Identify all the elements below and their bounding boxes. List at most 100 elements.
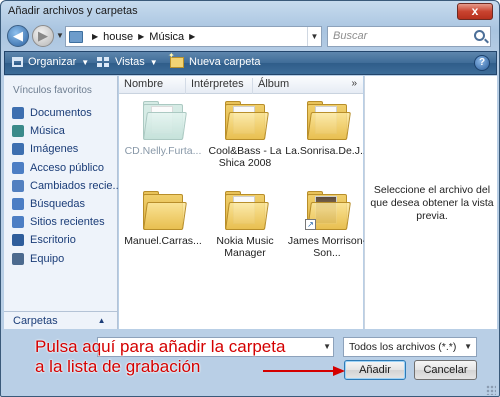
folder-item[interactable]: La.Sonrisa.De.J...	[285, 98, 369, 157]
sidebar-item-label: Imágenes	[30, 143, 79, 156]
folder-label: James Morrison-Son...	[287, 235, 367, 259]
add-button[interactable]: Añadir	[344, 360, 406, 380]
file-list-pane: Nombre Intérpretes Álbum » CD.Nelly.Furt…	[119, 76, 369, 329]
tutorial-annotation: Pulsa aquí para añadir la carpeta a la l…	[35, 337, 285, 377]
sidebar-item-label: Documentos	[30, 107, 92, 120]
breadcrumb-separator-icon[interactable]: ▶	[92, 32, 98, 41]
folders-toggle[interactable]: Carpetas ▲	[4, 311, 118, 329]
folder-label: Cool&Bass - La Shica 2008	[208, 145, 282, 169]
recent-changes-icon	[12, 179, 24, 192]
new-folder-label: Nueva carpeta	[189, 56, 261, 68]
new-folder-button[interactable]: Nueva carpeta	[168, 51, 261, 69]
views-icon	[97, 56, 110, 68]
sidebar-item[interactable]: Sitios recientes	[4, 213, 118, 231]
sidebar-item[interactable]: Documentos	[4, 104, 118, 122]
close-button[interactable]: x	[457, 3, 493, 20]
folder-icon	[223, 188, 269, 232]
folder-item[interactable]: ↗ James Morrison-Son...	[285, 188, 369, 259]
pictures-icon	[12, 143, 24, 156]
column-nombre[interactable]: Nombre	[119, 78, 186, 94]
search-placeholder: Buscar	[333, 30, 368, 42]
breadcrumb-musica[interactable]: Música	[149, 31, 184, 43]
organize-label: Organizar	[28, 56, 77, 68]
sidebar-item-label: Cambiados recie...	[30, 179, 118, 192]
folder-label: CD.Nelly.Furta...	[124, 145, 202, 157]
folders-label: Carpetas	[13, 314, 58, 327]
chevron-down-icon[interactable]: ▼	[323, 342, 331, 351]
folder-icon	[141, 188, 187, 232]
forward-arrow-icon: ▶	[38, 28, 48, 43]
organize-button[interactable]: Organizar ▼	[12, 56, 89, 68]
column-interpretes[interactable]: Intérpretes	[186, 78, 253, 94]
column-header: Nombre Intérpretes Álbum »	[119, 76, 363, 94]
help-icon[interactable]: ?	[474, 55, 490, 71]
recent-places-icon	[12, 216, 24, 229]
folder-icon	[223, 98, 269, 142]
chevron-down-icon: ▼	[81, 57, 90, 67]
folder-item[interactable]: CD.Nelly.Furta...	[121, 98, 205, 157]
sidebar-item[interactable]: Imágenes	[4, 140, 118, 158]
filetype-value: Todos los archivos (*.*)	[349, 341, 457, 353]
address-bar-row: ◀ ▶ ▼ ▶ house ▶ Música ▶ ▼ Buscar	[1, 23, 499, 51]
organize-icon	[12, 57, 23, 67]
computer-icon	[12, 252, 24, 265]
column-album[interactable]: Álbum	[253, 78, 320, 94]
filetype-select[interactable]: Todos los archivos (*.*) ▼	[343, 337, 477, 357]
sidebar-item[interactable]: Escritorio	[4, 231, 118, 249]
preview-message: Seleccione el archivo del que desea obte…	[370, 184, 494, 222]
more-columns-icon[interactable]: »	[351, 78, 357, 89]
chevron-down-icon: ▼	[464, 342, 472, 351]
address-field[interactable]: ▶ house ▶ Música ▶ ▼	[65, 26, 322, 47]
navigation-pane: Vínculos favoritos Documentos Música Imáge…	[4, 76, 118, 329]
search-icon[interactable]	[474, 30, 485, 41]
public-icon	[12, 161, 24, 174]
search-input[interactable]: Buscar	[327, 26, 491, 47]
views-label: Vistas	[115, 56, 145, 68]
chevron-down-icon: ▼	[149, 57, 158, 67]
sidebar-item[interactable]: Búsquedas	[4, 195, 118, 213]
address-dropdown[interactable]: ▼	[307, 27, 321, 46]
sidebar-item[interactable]: Cambiados recie...	[4, 177, 118, 195]
sidebar-item[interactable]: Música	[4, 122, 118, 140]
folder-icon: ↗	[305, 188, 351, 232]
shortcut-arrow-icon: ↗	[305, 219, 316, 230]
sidebar-item-label: Sitios recientes	[30, 216, 105, 229]
title-bar[interactable]: Añadir archivos y carpetas x	[1, 1, 499, 23]
annotation-line-2: a la lista de grabación	[35, 357, 201, 376]
annotation-line-1: Pulsa aquí para añadir la carpeta	[35, 337, 286, 356]
documents-icon	[12, 107, 24, 120]
window-title: Añadir archivos y carpetas	[8, 5, 138, 17]
preview-pane: Seleccione el archivo del que desea obte…	[364, 76, 497, 329]
back-button[interactable]: ◀	[7, 25, 29, 47]
folder-item[interactable]: Manuel.Carras...	[121, 188, 205, 247]
new-folder-icon	[168, 51, 184, 68]
recent-pages-dropdown[interactable]: ▼	[56, 31, 64, 40]
favorite-links-list: Documentos Música Imágenes Acceso público Ca…	[4, 104, 118, 268]
sidebar-item[interactable]: Equipo	[4, 250, 118, 268]
folder-label: La.Sonrisa.De.J...	[285, 145, 369, 157]
cancel-button[interactable]: Cancelar	[414, 360, 477, 380]
music-icon	[12, 125, 24, 138]
sidebar-item-label: Equipo	[30, 252, 65, 265]
sidebar-item-label: Escritorio	[30, 234, 76, 247]
searches-icon	[12, 198, 24, 211]
breadcrumb-separator-icon[interactable]: ▶	[189, 32, 195, 41]
folder-icon	[305, 98, 351, 142]
folder-item[interactable]: Nokia Music Manager	[203, 188, 287, 259]
forward-button[interactable]: ▶	[32, 25, 54, 47]
sidebar-item[interactable]: Acceso público	[4, 159, 118, 177]
folder-label: Nokia Music Manager	[216, 235, 274, 259]
folder-item[interactable]: Cool&Bass - La Shica 2008	[203, 98, 287, 169]
folder-label: Manuel.Carras...	[124, 235, 202, 247]
sidebar-item-label: Acceso público	[30, 161, 104, 174]
back-arrow-icon: ◀	[13, 28, 23, 43]
sidebar-item-label: Búsquedas	[30, 198, 86, 211]
resize-grip[interactable]	[486, 385, 496, 395]
location-icon	[69, 30, 83, 43]
sidebar-item-label: Música	[30, 125, 65, 138]
desktop-icon	[12, 234, 24, 247]
views-button[interactable]: Vistas ▼	[97, 56, 158, 68]
breadcrumb-house[interactable]: house	[103, 31, 133, 43]
favorite-links-header: Vínculos favoritos	[13, 85, 92, 96]
breadcrumb-separator-icon[interactable]: ▶	[138, 32, 144, 41]
